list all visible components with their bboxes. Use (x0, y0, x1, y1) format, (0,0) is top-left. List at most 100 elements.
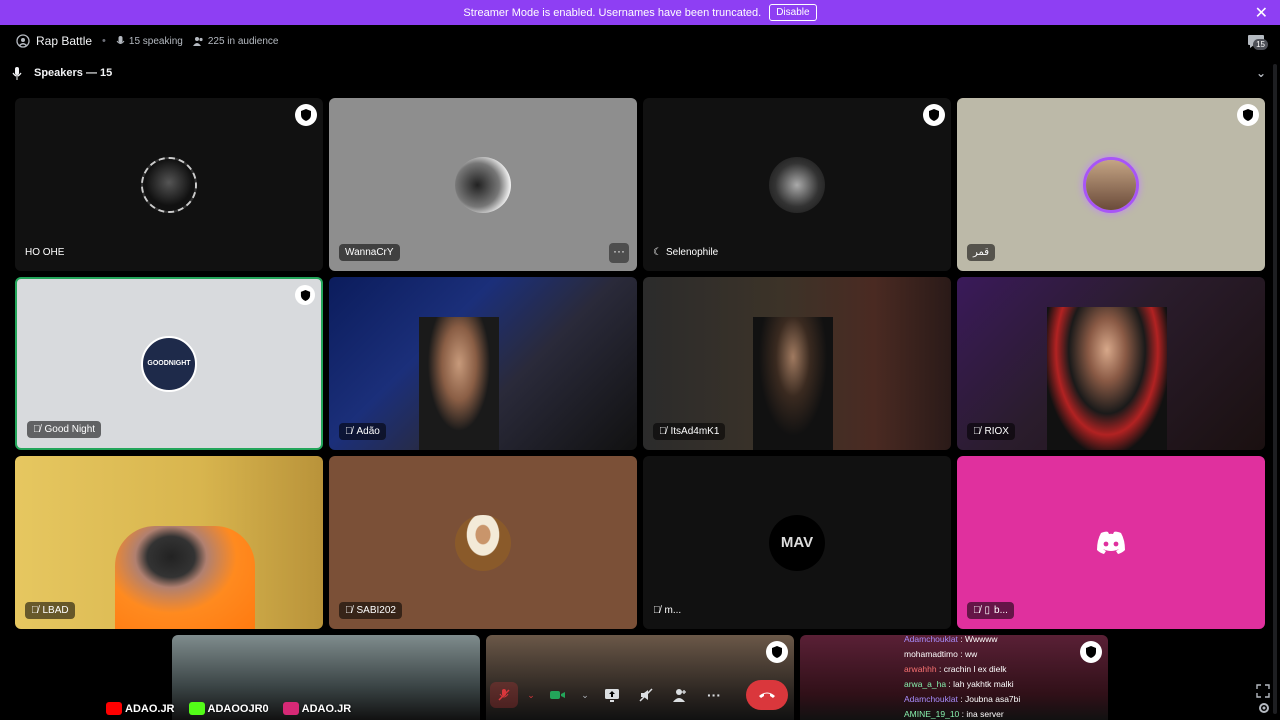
microphone-muted-icon (498, 689, 510, 701)
call-controls: ⌄ ⌄ ··· (490, 680, 788, 710)
speaker-tile[interactable]: GOODNIGHT 🎙̸ Good Night (15, 277, 323, 450)
user-add-icon (673, 689, 686, 702)
chat-message: arwahhh : crachin l ex dielk (904, 664, 1007, 674)
stage-title: Rap Battle (36, 34, 93, 48)
stage-header: Rap Battle • 15 speaking 225 in audience… (0, 25, 1280, 57)
muted-icon: 🎙̸ (973, 426, 981, 437)
youtube-icon (106, 702, 122, 715)
instagram-handle: ADAO.JR (282, 702, 351, 715)
stage-moderator-icon (923, 104, 945, 126)
instagram-icon (282, 702, 299, 715)
disable-button[interactable]: Disable (769, 4, 817, 21)
speaker-tile-video[interactable]: 🎙̸ Adão (329, 277, 637, 450)
speaker-muted-icon (639, 688, 653, 702)
muted-icon: 🎙̸ (31, 605, 39, 616)
screen-share-button[interactable] (598, 682, 626, 708)
video-feed (1047, 307, 1167, 450)
mute-options-chevron[interactable]: ⌄ (524, 682, 538, 708)
speaker-tile[interactable]: ☾ Selenophile (643, 98, 951, 271)
stage-moderator-icon (295, 285, 315, 305)
banner-text: Streamer Mode is enabled. Usernames have… (463, 6, 762, 19)
streamer-mode-banner: Streamer Mode is enabled. Usernames have… (0, 0, 1280, 25)
speaker-name: قمر (967, 244, 996, 261)
mobile-icon: ▯ (984, 605, 991, 616)
speaker-tile[interactable]: 🎙̸ SABI202 (329, 456, 637, 629)
speaker-name: 🎙̸ ItsAd4mK1 (653, 423, 726, 440)
more-options-button[interactable]: ··· (609, 243, 629, 263)
chat-message: arwa_a_ha : lah yakhtk malki (904, 679, 1014, 689)
speaker-name: 🎙̸ Adão (339, 423, 386, 440)
speaker-tile-video[interactable]: 🎙̸ LBAD (15, 456, 323, 629)
speaker-tile[interactable]: WannaCrY ··· (329, 98, 637, 271)
chat-message: AMINE_19_10 : ina server (904, 709, 1004, 719)
fullscreen-icon[interactable] (1256, 684, 1270, 698)
settings-icon[interactable] (1258, 702, 1270, 714)
audience-icon (192, 37, 203, 46)
youtube-handle: ADAO.JR (106, 702, 175, 715)
stream-chat-overlay: Adamchouklat : Wwwww mohamadtimo : ww ar… (904, 632, 1094, 720)
speaker-tile[interactable]: قمر (957, 98, 1265, 271)
avatar-logo-text: GOODNIGHT (147, 360, 191, 367)
stage-icon (16, 34, 30, 48)
speaker-name: 🎙̸ m... (653, 605, 682, 616)
phone-hangup-icon (759, 692, 775, 698)
leave-stage-button[interactable] (746, 680, 788, 710)
speaker-tile[interactable]: 🎙̸ ▯ b... (957, 456, 1265, 629)
muted-icon: 🎙̸ (973, 605, 981, 616)
muted-icon: 🎙̸ (345, 605, 353, 616)
speaker-name: 🎙̸ SABI202 (339, 602, 402, 619)
invite-to-speak-button[interactable] (666, 682, 694, 708)
muted-icon: 🎙̸ (653, 605, 661, 616)
mute-button[interactable] (490, 682, 518, 708)
video-feed (115, 526, 255, 629)
stage-moderator-icon (766, 641, 788, 663)
avatar (769, 156, 825, 213)
speaker-name: 🎙̸ LBAD (25, 602, 75, 619)
chevron-down-icon[interactable]: ⌄ (1256, 66, 1266, 80)
kick-handle: ADAOOJR0 (188, 702, 269, 715)
muted-icon: 🎙̸ (33, 424, 41, 435)
speaker-tile[interactable]: MAV 🎙̸ m... (643, 456, 951, 629)
avatar (1083, 156, 1139, 213)
speaker-tile[interactable]: HO OHE (15, 98, 323, 271)
speaker-name: ☾ Selenophile (653, 247, 719, 258)
stage-moderator-icon (295, 104, 317, 126)
speaker-name: 🎙̸ ▯ b... (967, 602, 1014, 619)
video-feed (419, 317, 499, 450)
chat-message: Adamchouklat : Wwwww (904, 634, 998, 644)
camera-options-chevron[interactable]: ⌄ (578, 682, 592, 708)
avatar: MAV (769, 514, 825, 571)
speaker-name: HO OHE (25, 247, 65, 258)
scrollbar[interactable] (1273, 64, 1277, 714)
close-icon[interactable]: ✕ (1255, 3, 1268, 23)
speaker-name: 🎙̸ RIOX (967, 423, 1015, 440)
microphone-icon (116, 35, 125, 44)
speaker-tile-video[interactable]: 🎙̸ ItsAd4mK1 (643, 277, 951, 450)
discord-default-avatar (1083, 515, 1139, 571)
avatar (455, 514, 511, 571)
social-handles-overlay: ADAO.JR ADAOOJR0 ADAO.JR (106, 702, 351, 715)
screen-share-icon (605, 688, 619, 702)
camera-icon (550, 691, 565, 699)
audience-mute-button[interactable] (632, 682, 660, 708)
more-options-button[interactable]: ··· (700, 682, 728, 708)
microphone-icon (12, 66, 22, 80)
chat-count-badge: 15 (1253, 39, 1268, 50)
chat-message: Adamchouklat : Joubna asa7bi (904, 694, 1021, 704)
camera-button[interactable] (544, 682, 572, 708)
discord-logo-icon (1097, 531, 1125, 554)
video-feed (753, 317, 833, 450)
stage-moderator-icon (1237, 104, 1259, 126)
avatar: GOODNIGHT (141, 335, 197, 392)
kick-icon (188, 702, 205, 715)
speakers-label: Speakers — 15 (34, 67, 113, 79)
audience-count: 225 in audience (192, 36, 278, 47)
speaker-grid: HO OHE WannaCrY ··· ☾ Selenophile قمر GOO… (15, 98, 1266, 630)
speaker-name: 🎙̸ Good Night (27, 421, 102, 438)
avatar (141, 156, 197, 213)
speaker-name: WannaCrY (339, 244, 400, 261)
muted-icon: 🎙̸ (345, 426, 353, 437)
avatar (455, 156, 511, 213)
speaker-tile-video[interactable]: 🎙̸ RIOX (957, 277, 1265, 450)
speakers-section-header[interactable]: Speakers — 15 ⌄ (0, 60, 1280, 86)
